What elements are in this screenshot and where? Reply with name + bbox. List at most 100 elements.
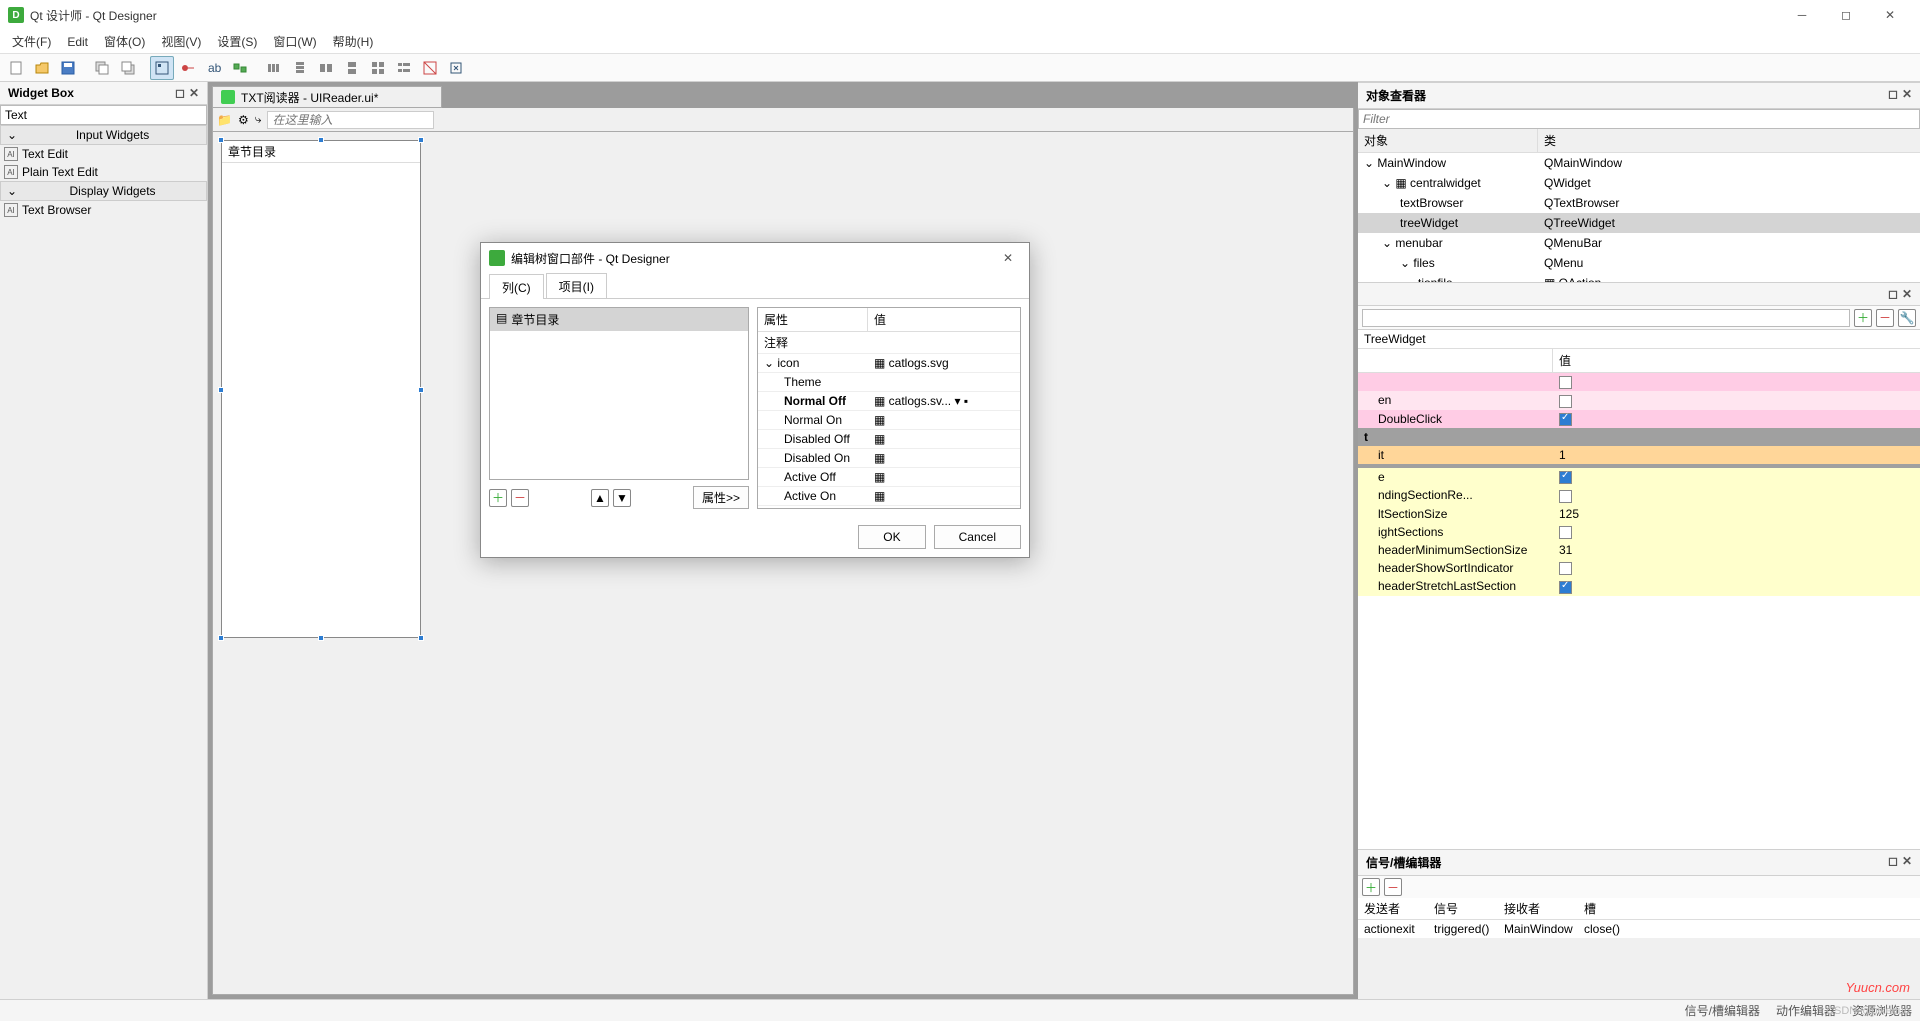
property-row[interactable]: headerShowSortIndicator [1358, 559, 1920, 577]
move-up-icon[interactable]: ▲ [591, 489, 609, 507]
menu-view[interactable]: 视图(V) [153, 31, 209, 52]
layout-grid-icon[interactable] [366, 56, 390, 80]
cancel-button[interactable]: Cancel [934, 525, 1021, 549]
property-row[interactable]: en [1358, 391, 1920, 409]
property-row[interactable]: ightSections [1358, 523, 1920, 541]
edit-widgets-icon[interactable] [150, 56, 174, 80]
open-icon[interactable] [30, 56, 54, 80]
menu-window[interactable]: 窗口(W) [265, 31, 324, 52]
widget-item-textedit[interactable]: AIText Edit [0, 145, 207, 163]
layout-vsplit-icon[interactable] [340, 56, 364, 80]
object-filter[interactable] [1358, 109, 1920, 129]
remove-column-icon[interactable]: － [511, 489, 529, 507]
dialog-property-row[interactable]: Normal On▦ [758, 411, 1020, 430]
treewidget-on-canvas[interactable]: 章节目录 [221, 140, 421, 638]
adjust-size-icon[interactable] [444, 56, 468, 80]
property-row[interactable]: e [1358, 468, 1920, 486]
menu-edit[interactable]: Edit [59, 33, 96, 51]
object-row[interactable]: ⌄ menubarQMenuBar [1358, 233, 1920, 253]
mdi-tab[interactable]: TXT阅读器 - UIReader.ui* [212, 86, 442, 108]
property-filter[interactable] [1362, 309, 1850, 327]
checkbox[interactable] [1559, 490, 1572, 503]
dock-close-icon[interactable]: ✕ [189, 86, 199, 100]
dialog-property-row[interactable]: Normal Off▦ catlogs.sv... ▾ ▪ [758, 392, 1020, 411]
config-prop-icon[interactable]: 🔧 [1898, 309, 1916, 327]
bring-front-icon[interactable] [116, 56, 140, 80]
dock-float-icon[interactable]: ◻ [1888, 854, 1898, 871]
widget-item-textbrowser[interactable]: AIText Browser [0, 201, 207, 219]
object-row[interactable]: ⌄ MainWindowQMainWindow [1358, 153, 1920, 173]
folder-icon[interactable]: 📁 [217, 113, 232, 127]
property-row[interactable]: ltSectionSize125 [1358, 505, 1920, 523]
checkbox[interactable] [1559, 413, 1572, 426]
dialog-property-row[interactable]: Active Off▦ [758, 468, 1020, 487]
move-down-icon[interactable]: ▼ [613, 489, 631, 507]
dialog-property-row[interactable]: Disabled Off▦ [758, 430, 1020, 449]
property-row[interactable] [1358, 373, 1920, 391]
layout-h-icon[interactable] [262, 56, 286, 80]
close-button[interactable]: ✕ [1868, 1, 1912, 29]
object-row[interactable]: ⌄ ▦ centralwidgetQWidget [1358, 173, 1920, 193]
column-list-item[interactable]: ▤章节目录 [490, 308, 748, 331]
ok-button[interactable]: OK [858, 525, 925, 549]
remove-signal-icon[interactable]: － [1384, 878, 1402, 896]
object-tree[interactable]: ⌄ MainWindowQMainWindow⌄ ▦ centralwidget… [1358, 153, 1920, 282]
object-row[interactable]: textBrowserQTextBrowser [1358, 193, 1920, 213]
dialog-property-table[interactable]: 属性 值 注释⌄ icon▦ catlogs.svgThemeNormal Of… [757, 307, 1021, 509]
menu-form[interactable]: 窗体(O) [96, 31, 153, 52]
widget-section-display[interactable]: ⌄Display Widgets [0, 181, 207, 201]
dialog-property-row[interactable]: Active On▦ [758, 487, 1020, 506]
save-icon[interactable] [56, 56, 80, 80]
dock-close-icon[interactable]: ✕ [1902, 854, 1912, 871]
add-prop-icon[interactable]: ＋ [1854, 309, 1872, 327]
property-row[interactable]: ndingSectionRe... [1358, 486, 1920, 504]
property-row[interactable]: DoubleClick [1358, 410, 1920, 428]
property-row[interactable]: headerStretchLastSection [1358, 577, 1920, 595]
dock-float-icon[interactable]: ◻ [1888, 287, 1898, 301]
break-layout-icon[interactable] [418, 56, 442, 80]
signal-row[interactable]: actionexit triggered() MainWindow close(… [1358, 920, 1920, 938]
dock-close-icon[interactable]: ✕ [1902, 87, 1912, 104]
dialog-property-row[interactable]: 注释 [758, 332, 1020, 354]
object-row[interactable]: treeWidgetQTreeWidget [1358, 213, 1920, 233]
add-signal-icon[interactable]: ＋ [1362, 878, 1380, 896]
checkbox[interactable] [1559, 376, 1572, 389]
edit-signals-icon[interactable] [176, 56, 200, 80]
widget-item-plaintextedit[interactable]: AIPlain Text Edit [0, 163, 207, 181]
minimize-button[interactable]: ─ [1780, 1, 1824, 29]
property-row[interactable]: headerMinimumSectionSize31 [1358, 541, 1920, 559]
widget-box-filter[interactable] [0, 105, 207, 125]
add-column-icon[interactable]: ＋ [489, 489, 507, 507]
dialog-close-icon[interactable]: ✕ [995, 249, 1021, 267]
menu-help[interactable]: 帮助(H) [325, 31, 382, 52]
menu-file[interactable]: 文件(F) [4, 31, 59, 52]
checkbox[interactable] [1559, 471, 1572, 484]
checkbox[interactable] [1559, 581, 1572, 594]
maximize-button[interactable]: ◻ [1824, 1, 1868, 29]
property-row[interactable]: it1 [1358, 446, 1920, 464]
object-row[interactable]: ⌄ filesQMenu [1358, 253, 1920, 273]
tab-columns[interactable]: 列(C) [489, 274, 544, 299]
properties-toggle-button[interactable]: 属性>> [693, 486, 749, 509]
tab-items[interactable]: 项目(I) [546, 273, 607, 298]
new-icon[interactable] [4, 56, 28, 80]
property-table[interactable]: enDoubleClicktit1endingSectionRe...ltSec… [1358, 373, 1920, 849]
dialog-property-row[interactable]: ⌄ icon▦ catlogs.svg [758, 354, 1020, 373]
exit-icon[interactable]: ⤷ [255, 112, 262, 127]
status-signal[interactable]: 信号/槽编辑器 [1685, 1002, 1760, 1019]
dock-float-icon[interactable]: ◻ [1888, 87, 1898, 104]
widget-section-input[interactable]: ⌄Input Widgets [0, 125, 207, 145]
checkbox[interactable] [1559, 526, 1572, 539]
edit-tab-order-icon[interactable] [228, 56, 252, 80]
edit-buddies-icon[interactable]: ab [202, 56, 226, 80]
dialog-property-row[interactable]: Theme [758, 373, 1020, 392]
layout-form-icon[interactable] [392, 56, 416, 80]
dock-float-icon[interactable]: ◻ [175, 86, 185, 100]
dialog-property-row[interactable]: Disabled On▦ [758, 449, 1020, 468]
send-back-icon[interactable] [90, 56, 114, 80]
form-input[interactable] [267, 111, 434, 129]
menu-settings[interactable]: 设置(S) [209, 31, 265, 52]
layout-v-icon[interactable] [288, 56, 312, 80]
column-list[interactable]: ▤章节目录 [489, 307, 749, 480]
dock-close-icon[interactable]: ✕ [1902, 287, 1912, 301]
